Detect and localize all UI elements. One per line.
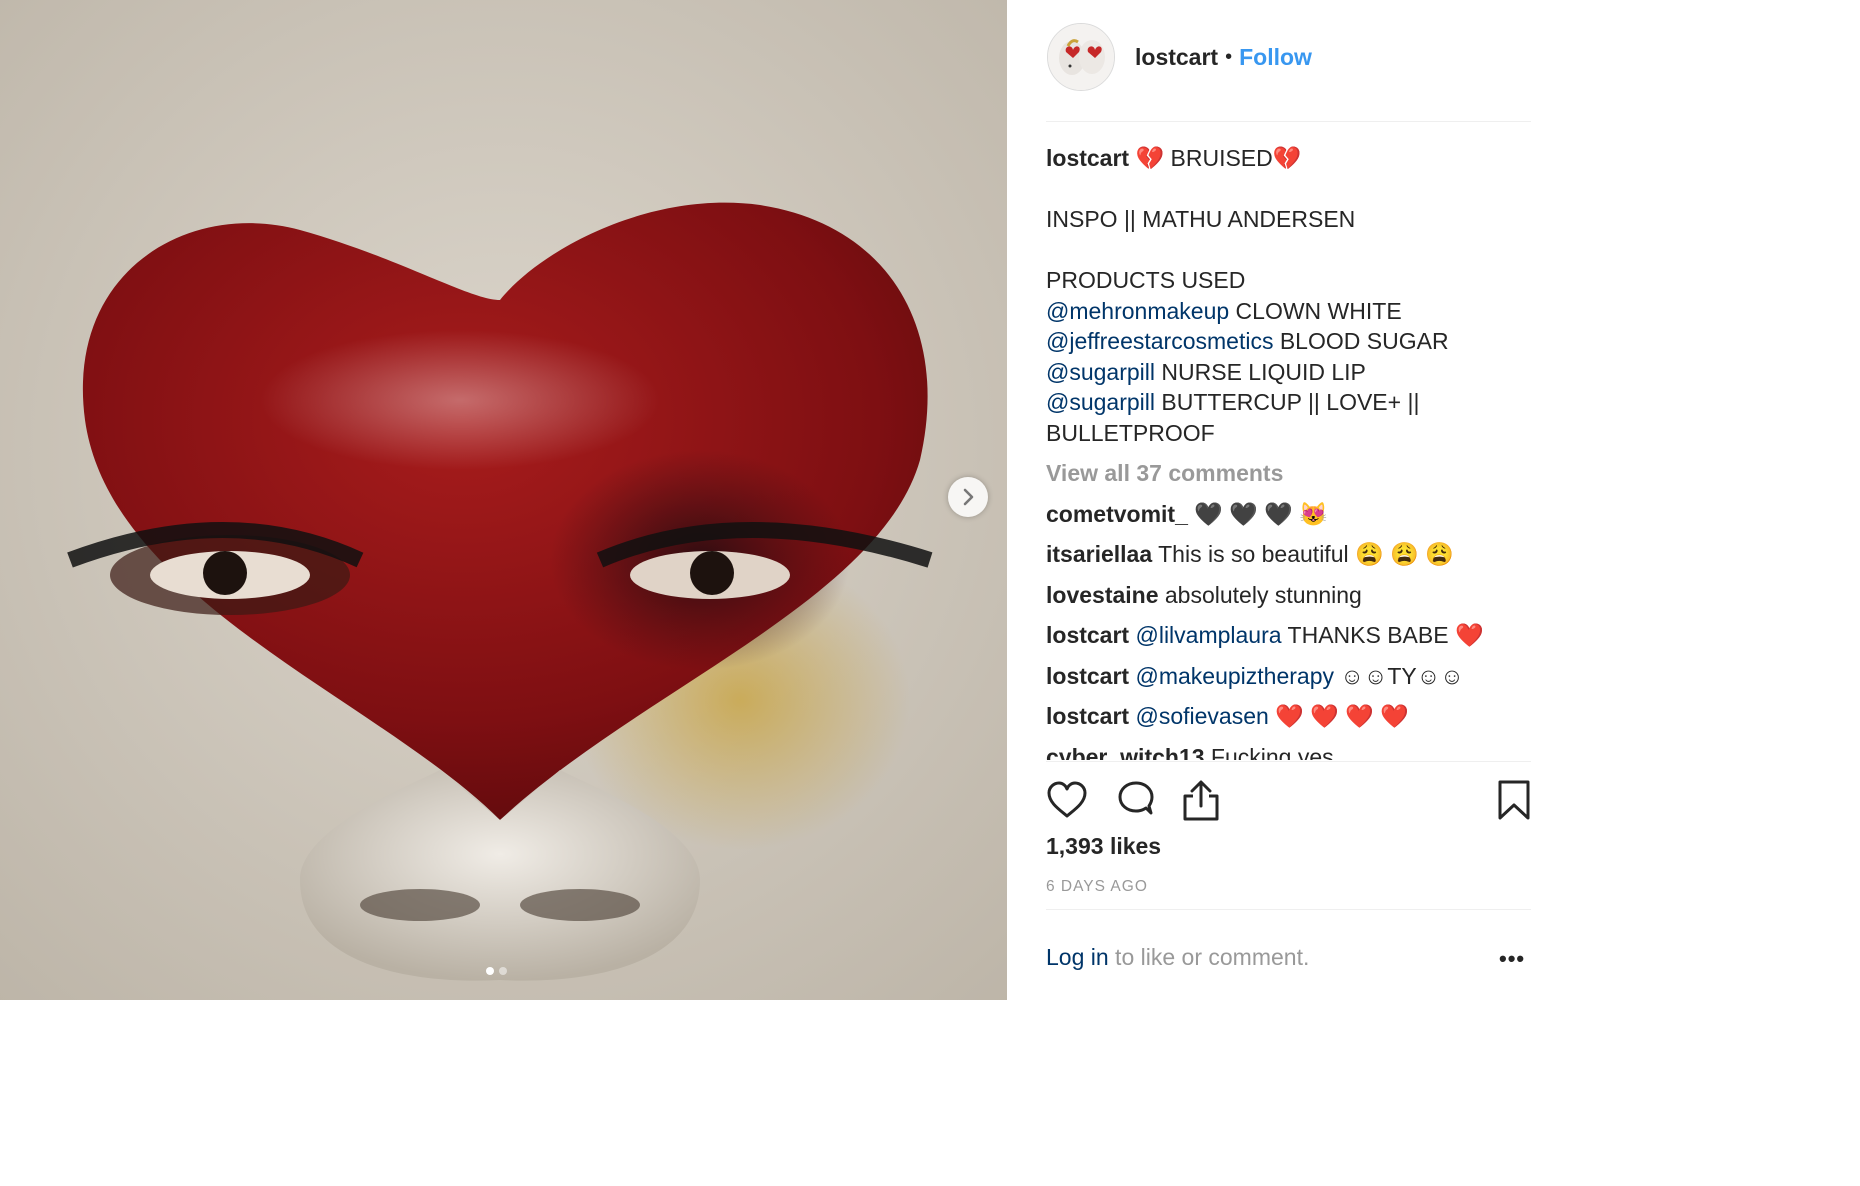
comment-user[interactable]: lostcart	[1046, 622, 1129, 648]
mention-link[interactable]: @jeffreestarcosmetics	[1046, 328, 1273, 354]
view-all-comments-link[interactable]: View all 37 comments	[1046, 458, 1531, 488]
comment-user[interactable]: cyber_witch13	[1046, 744, 1205, 761]
caption-products-tail: BULLETPROOF	[1046, 419, 1215, 446]
follow-button[interactable]: Follow	[1239, 44, 1312, 71]
separator-dot: •	[1225, 45, 1233, 68]
caption-product-line: @sugarpill BUTTERCUP || LOVE+ ||	[1046, 389, 1420, 415]
header-divider	[1046, 121, 1531, 122]
comment-text: Fucking yes	[1204, 743, 1334, 761]
chevron-right-icon	[963, 488, 974, 506]
comment-text: ❤️ ❤️ ❤️ ❤️	[1268, 703, 1409, 729]
share-icon[interactable]	[1181, 780, 1221, 822]
comments-list[interactable]: lostcart 💔 BRUISED💔 INSPO || MATHU ANDER…	[1046, 143, 1531, 760]
caption-product-line: @sugarpill NURSE LIQUID LIP	[1046, 358, 1366, 385]
comment-text: absolutely stunning	[1158, 581, 1362, 608]
post-photo	[0, 0, 1007, 1000]
bookmark-icon[interactable]	[1497, 780, 1531, 820]
carousel-dot-active	[486, 967, 494, 975]
post-caption: lostcart 💔 BRUISED💔 INSPO || MATHU ANDER…	[1046, 143, 1531, 448]
post-header: lostcart • Follow	[1047, 23, 1531, 91]
comment-icon[interactable]	[1116, 780, 1156, 820]
comment-text: 🖤 🖤 🖤 😻	[1187, 500, 1328, 527]
footer-divider	[1046, 909, 1531, 910]
post-username[interactable]: lostcart	[1135, 44, 1218, 71]
more-options-icon[interactable]: •••	[1499, 946, 1525, 972]
avatar[interactable]	[1047, 23, 1115, 91]
carousel-indicator	[486, 967, 507, 975]
comment-row: cometvomit_ 🖤 🖤 🖤 😻	[1046, 499, 1531, 529]
comment-row: lostcart @sofievasen ❤️ ❤️ ❤️ ❤️	[1046, 701, 1531, 731]
mention-link[interactable]: @mehronmakeup	[1046, 298, 1229, 324]
post-image-carousel[interactable]	[0, 0, 1007, 1000]
heart-icon[interactable]	[1046, 780, 1088, 820]
login-prompt: Log in to like or comment.	[1046, 944, 1309, 971]
next-image-button[interactable]	[948, 477, 988, 517]
comment-text: THANKS BABE ❤️	[1281, 622, 1484, 648]
post-timestamp[interactable]: 6 DAYS AGO	[1046, 878, 1148, 896]
comments-divider	[1046, 761, 1531, 762]
comment-row: lostcart @lilvamplaura THANKS BABE ❤️	[1046, 620, 1531, 650]
mention-link[interactable]: @makeupiztherapy	[1135, 663, 1334, 689]
comment-text: This is so beautiful 😩 😩 😩	[1152, 541, 1454, 567]
caption-author[interactable]: lostcart	[1046, 145, 1129, 171]
comment-user[interactable]: lostcart	[1046, 703, 1129, 729]
comment-row: cyber_witch13 Fucking yes	[1046, 742, 1531, 761]
instagram-post: lostcart • Follow lostcart 💔 BRUISED💔 IN…	[0, 0, 1550, 1000]
caption-inspo: INSPO || MATHU ANDERSEN	[1046, 206, 1356, 232]
caption-product-line: @jeffreestarcosmetics BLOOD SUGAR	[1046, 328, 1449, 354]
comment-row: itsariellaa This is so beautiful 😩 😩 😩	[1046, 539, 1531, 569]
mention-link[interactable]: @sugarpill	[1046, 359, 1155, 385]
comment-text: ☺☺TY☺☺	[1333, 662, 1464, 689]
comment-user[interactable]: lostcart	[1046, 663, 1129, 689]
comment-user[interactable]: itsariellaa	[1046, 541, 1152, 567]
mention-link[interactable]: @sugarpill	[1046, 389, 1155, 415]
action-bar	[1046, 780, 1531, 822]
comment-row: lostcart @makeupiztherapy ☺☺TY☺☺	[1046, 661, 1531, 691]
mention-link[interactable]: @sofievasen	[1135, 703, 1268, 729]
login-prompt-text: to like or comment.	[1108, 944, 1310, 970]
login-link[interactable]: Log in	[1046, 944, 1109, 970]
likes-count[interactable]: 1,393 likes	[1046, 833, 1161, 860]
post-side-panel: lostcart • Follow lostcart 💔 BRUISED💔 IN…	[1007, 0, 1550, 1000]
mention-link[interactable]: @lilvamplaura	[1135, 622, 1281, 648]
comment-user[interactable]: cometvomit_	[1046, 501, 1188, 527]
caption-products-heading: PRODUCTS USED	[1046, 267, 1246, 293]
comment-row: lovestaine absolutely stunning	[1046, 580, 1531, 610]
caption-product-line: @mehronmakeup CLOWN WHITE	[1046, 297, 1402, 324]
caption-title: 💔 BRUISED💔	[1135, 145, 1302, 171]
carousel-dot	[499, 967, 507, 975]
comment-user[interactable]: lovestaine	[1046, 582, 1159, 608]
